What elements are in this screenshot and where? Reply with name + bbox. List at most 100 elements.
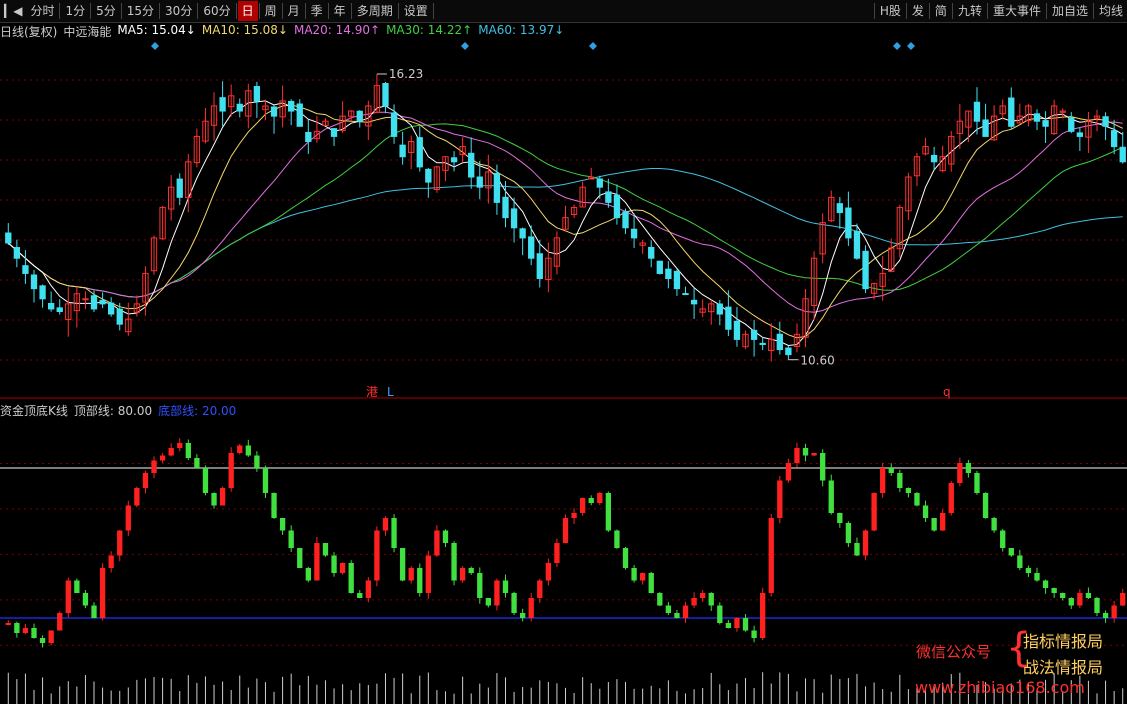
ind-bar <box>537 580 543 598</box>
ind-bar <box>511 593 517 613</box>
candle-body <box>528 236 535 259</box>
ind-bar <box>691 598 697 606</box>
ind-bar <box>339 563 346 573</box>
ind-bar <box>39 638 46 643</box>
ind-bar <box>828 480 834 513</box>
ind-bar <box>922 505 929 518</box>
ind-bar <box>545 563 552 581</box>
ind-bar <box>425 555 431 593</box>
watermark-line1: 指标情报局 <box>1023 632 1104 651</box>
ind-bar <box>605 493 612 531</box>
candle-body <box>382 82 389 107</box>
ind-bar <box>159 455 166 461</box>
candle-body <box>356 110 363 122</box>
ind-bar <box>125 505 131 531</box>
candle-body <box>510 208 518 229</box>
candle-body <box>845 207 852 239</box>
ind-bar <box>768 518 774 593</box>
ind-bar <box>314 543 320 581</box>
ind-bar <box>459 568 466 581</box>
ind-bar <box>880 468 886 493</box>
ind-bar <box>837 513 843 523</box>
ind-bar <box>357 593 363 598</box>
ind-bar <box>382 518 389 531</box>
ind-bar <box>434 530 440 556</box>
signal-diamond-icon <box>589 42 597 50</box>
ind-bar <box>648 573 654 593</box>
ind-bar <box>597 493 603 503</box>
marker-gang: 港 <box>366 385 378 399</box>
ind-bar <box>948 483 954 513</box>
ind-bar <box>271 493 277 518</box>
ind-bar <box>74 580 80 593</box>
candle-body <box>219 97 226 112</box>
ind-bar <box>931 518 937 531</box>
ind-bar <box>965 463 972 473</box>
candle-body <box>468 152 475 178</box>
ind-bar <box>777 480 783 518</box>
marker-q: q <box>943 385 951 399</box>
candle-body <box>725 306 732 330</box>
ind-bar <box>657 593 663 606</box>
candle-body <box>56 307 63 312</box>
ind-bar <box>485 598 492 606</box>
candle-body <box>930 154 938 163</box>
candle-body <box>47 303 55 310</box>
ind-bar <box>940 513 946 531</box>
ind-bar <box>322 543 329 556</box>
candle-body <box>665 268 672 280</box>
candle-body <box>973 101 981 122</box>
candle-body <box>502 196 509 219</box>
candle-body <box>270 106 278 117</box>
candle-body <box>399 144 406 158</box>
ind-bar <box>348 563 354 593</box>
candle-body <box>1119 146 1126 163</box>
candle-body <box>1076 132 1084 137</box>
candle-body <box>853 230 861 259</box>
ind-bar <box>5 623 11 625</box>
ind-bar <box>91 605 97 618</box>
ind-bar <box>862 530 869 556</box>
candle-body <box>605 191 612 203</box>
ind-bar <box>211 493 217 506</box>
candle-body <box>236 103 243 112</box>
ind-bar <box>228 453 234 488</box>
ind-bar <box>1000 530 1006 548</box>
candle-body <box>476 176 483 188</box>
candle-body <box>630 228 638 239</box>
ind-bar <box>134 488 140 506</box>
ind-bar <box>914 493 920 506</box>
candle-body <box>1033 113 1041 122</box>
ind-bar <box>554 543 560 563</box>
candle-body <box>596 178 603 188</box>
ind-bar <box>502 580 509 593</box>
ind-bar <box>528 598 534 618</box>
ind-bar <box>254 455 260 468</box>
ind-bar <box>562 518 569 543</box>
ind-bar <box>117 530 123 556</box>
ind-bar <box>742 618 749 631</box>
ind-bar <box>1085 593 1092 598</box>
candle-body <box>536 253 543 280</box>
ind-bar <box>1042 580 1049 588</box>
ind-bar <box>760 593 766 638</box>
candle-body <box>656 260 663 274</box>
ind-bar <box>614 530 620 548</box>
candle-body <box>107 302 115 315</box>
ind-bar <box>399 548 406 581</box>
ind-bar <box>794 448 800 463</box>
candle-body <box>493 172 501 203</box>
ind-bar <box>245 445 251 456</box>
ind-bar <box>494 580 500 606</box>
ind-bar <box>639 573 646 581</box>
marker-l: L <box>387 385 394 399</box>
ind-bar <box>974 473 980 493</box>
ind-bar <box>1060 593 1066 598</box>
signal-diamond-icon <box>893 42 901 50</box>
kline-chart[interactable]: 16.23 10.60 港 Lq <box>0 0 1127 704</box>
candle-body <box>288 100 295 112</box>
ind-bar <box>845 523 852 543</box>
candle-body <box>13 247 21 259</box>
ind-bar <box>237 445 243 453</box>
ind-bar <box>665 605 672 613</box>
